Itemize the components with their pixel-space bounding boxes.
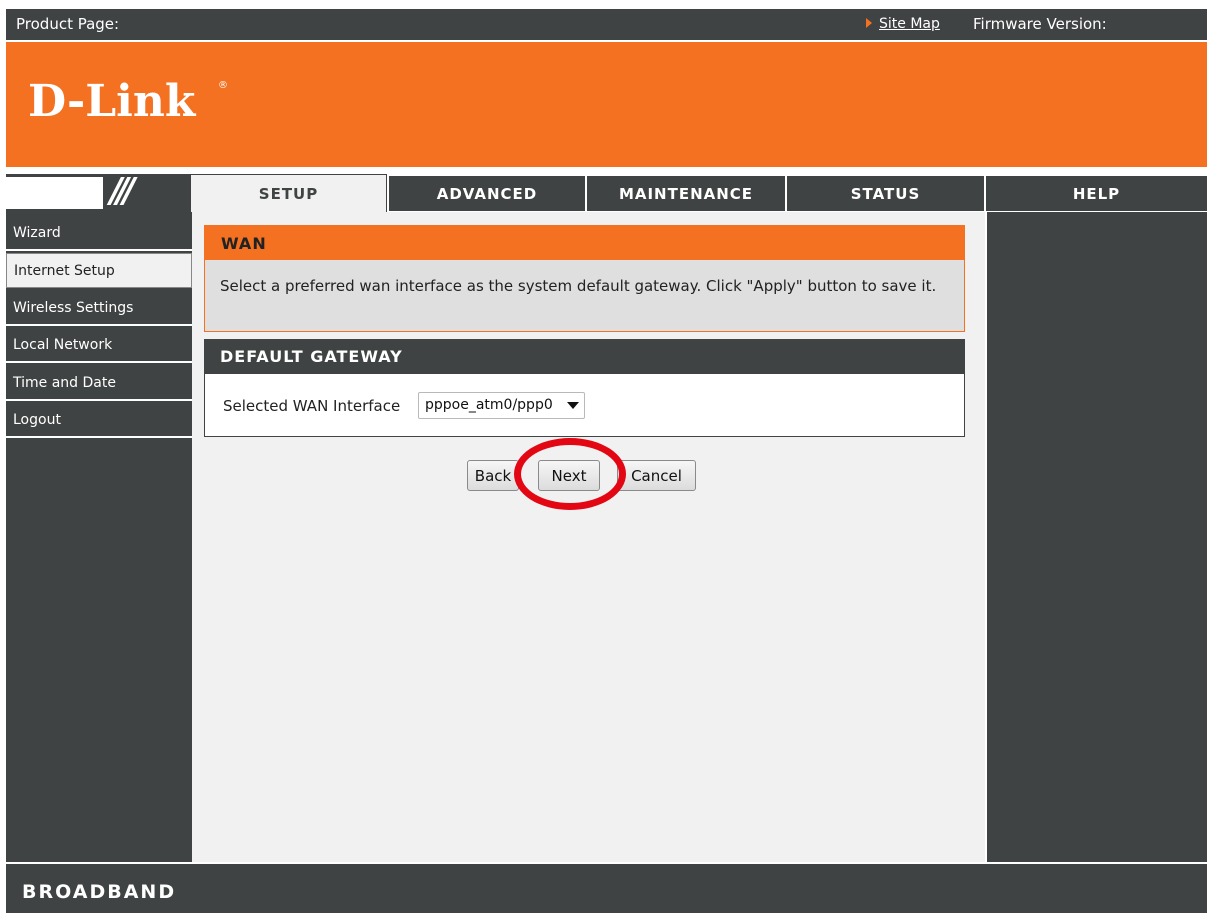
tab-help[interactable]: HELP [986, 176, 1207, 211]
site-map-link[interactable]: Site Map [879, 16, 940, 32]
sidebar-item-wizard[interactable]: Wizard [6, 216, 192, 251]
wan-interface-select[interactable]: pppoe_atm0/ppp0 [418, 392, 585, 419]
wan-description: Select a preferred wan interface as the … [220, 277, 937, 295]
red-highlight-circle [514, 438, 626, 510]
product-page-label: Product Page: [16, 15, 120, 33]
slash-decoration: /// [110, 174, 135, 211]
wan-interface-value: pppoe_atm0/ppp0 [425, 397, 553, 413]
wan-section: WAN Select a preferred wan interface as … [204, 225, 965, 332]
default-gateway-title: DEFAULT GATEWAY [205, 340, 964, 374]
firmware-version-label: Firmware Version: [973, 15, 1107, 33]
registered-mark: ® [218, 80, 228, 91]
arrow-right-icon [866, 18, 872, 28]
sidebar: Wizard Internet Setup Wireless Settings … [6, 212, 192, 862]
tab-setup[interactable]: SETUP [190, 174, 387, 212]
sidebar-item-logout[interactable]: Logout [6, 403, 192, 438]
tab-advanced[interactable]: ADVANCED [389, 176, 585, 211]
footer: BROADBAND [6, 862, 1207, 913]
help-column [985, 212, 1207, 862]
broadband-label: BROADBAND [22, 881, 177, 903]
dlink-logo: D-Link [28, 76, 196, 127]
tab-maintenance[interactable]: MAINTENANCE [587, 176, 785, 211]
sidebar-item-local-network[interactable]: Local Network [6, 328, 192, 363]
top-bar: Product Page: Site Map Firmware Version: [6, 9, 1207, 40]
header-banner: D-Link ® [6, 40, 1207, 167]
default-gateway-section: DEFAULT GATEWAY Selected WAN Interface p… [204, 339, 965, 437]
dropdown-arrow-icon [567, 402, 579, 409]
cancel-button[interactable]: Cancel [617, 460, 696, 491]
wan-section-title: WAN [205, 226, 964, 260]
tab-status[interactable]: STATUS [787, 176, 984, 211]
main-content: WAN Select a preferred wan interface as … [192, 212, 985, 862]
sidebar-item-time-and-date[interactable]: Time and Date [6, 366, 192, 401]
sidebar-item-internet-setup[interactable]: Internet Setup [6, 253, 192, 288]
back-button[interactable]: Back [467, 460, 519, 491]
brand-slash-block: /// [6, 174, 190, 212]
brand-block-white [6, 177, 103, 209]
sidebar-item-wireless-settings[interactable]: Wireless Settings [6, 291, 192, 326]
selected-wan-interface-label: Selected WAN Interface [223, 397, 401, 415]
